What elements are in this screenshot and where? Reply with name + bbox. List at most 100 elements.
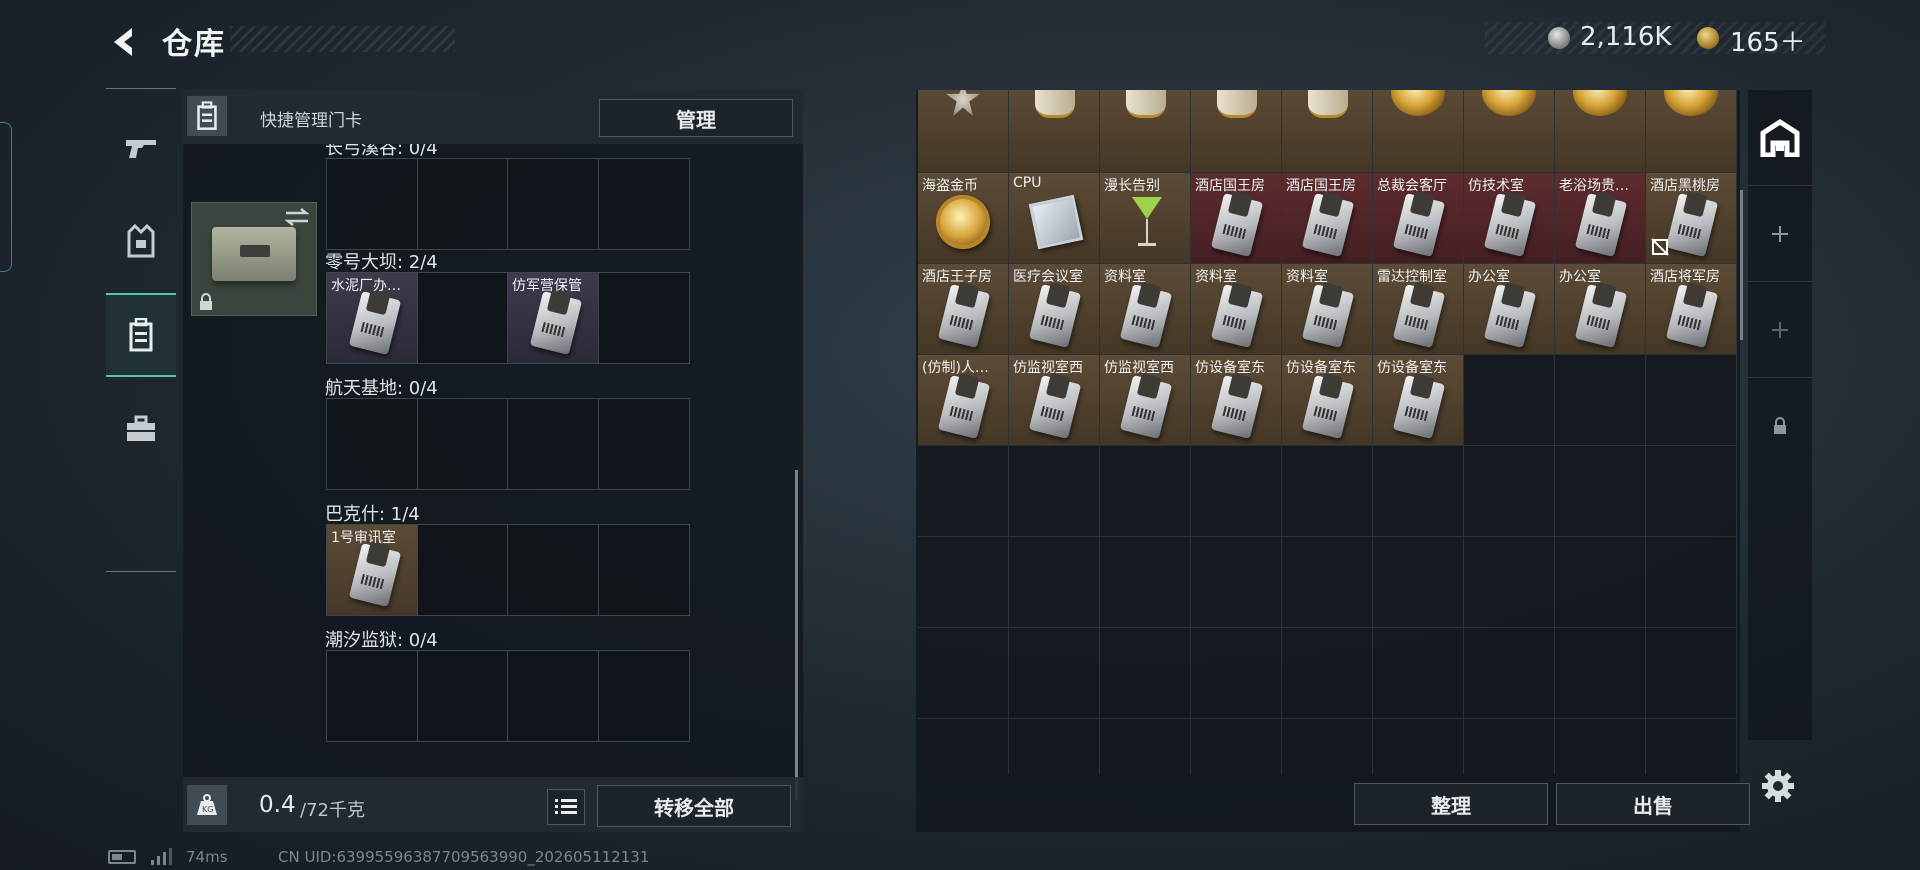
keycard-slot-empty[interactable] <box>598 399 689 489</box>
storage-slot-empty[interactable] <box>1009 446 1100 537</box>
keycard-slot-empty[interactable] <box>508 651 599 741</box>
add-storage-page-button[interactable] <box>1748 282 1812 378</box>
storage-item[interactable]: 仿设备室东 <box>1373 355 1464 446</box>
storage-item[interactable]: 资料室 <box>1282 264 1373 355</box>
keycard-slot-empty[interactable] <box>508 159 599 249</box>
storage-item[interactable] <box>1191 90 1282 173</box>
keycard-slot-empty[interactable] <box>417 525 508 615</box>
add-storage-page-button[interactable] <box>1748 186 1812 282</box>
storage-slot-empty[interactable] <box>1100 719 1191 774</box>
storage-item[interactable] <box>1282 90 1373 173</box>
storage-slot-empty[interactable] <box>1373 446 1464 537</box>
storage-item[interactable] <box>1009 90 1100 173</box>
storage-slot-empty[interactable] <box>1100 446 1191 537</box>
keycard-slot-empty[interactable] <box>598 273 689 363</box>
storage-item[interactable]: 医疗会议室 <box>1009 264 1100 355</box>
storage-item[interactable]: CPU <box>1009 173 1100 264</box>
storage-item[interactable]: 漫长告别 <box>1100 173 1191 264</box>
storage-item[interactable] <box>1464 90 1555 173</box>
sell-button[interactable]: 出售 <box>1556 783 1750 825</box>
storage-item[interactable]: 酒店国王房 <box>1191 173 1282 264</box>
storage-slot-empty[interactable] <box>918 628 1009 719</box>
keycard-case-thumbnail[interactable] <box>191 202 317 316</box>
storage-item[interactable]: 仿设备室东 <box>1282 355 1373 446</box>
storage-item[interactable]: 海盗金币 <box>918 173 1009 264</box>
storage-slot-empty[interactable] <box>1646 628 1737 719</box>
keycard-slot-empty[interactable] <box>417 273 508 363</box>
storage-item[interactable] <box>1646 90 1737 173</box>
storage-slot-empty[interactable] <box>1100 537 1191 628</box>
storage-item[interactable]: 仿设备室东 <box>1191 355 1282 446</box>
keycard-slot-empty[interactable] <box>327 651 418 741</box>
storage-slot-empty[interactable] <box>1191 628 1282 719</box>
keycard-slot-empty[interactable] <box>417 399 508 489</box>
back-arrow-icon[interactable] <box>104 22 144 62</box>
keycard-slot-empty[interactable] <box>598 159 689 249</box>
storage-slot-empty[interactable] <box>1555 537 1646 628</box>
storage-slot-empty[interactable] <box>1373 628 1464 719</box>
storage-item[interactable]: 总裁会客厅 <box>1373 173 1464 264</box>
storage-item[interactable] <box>1100 90 1191 173</box>
storage-item[interactable] <box>918 90 1009 173</box>
storage-slot-empty[interactable] <box>1009 628 1100 719</box>
storage-slot-empty[interactable] <box>1282 446 1373 537</box>
transfer-icon[interactable] <box>284 207 310 227</box>
storage-slot-empty[interactable] <box>1464 628 1555 719</box>
tab-keycards[interactable] <box>106 293 176 377</box>
storage-item[interactable]: 办公室 <box>1464 264 1555 355</box>
keycard-slot-empty[interactable] <box>598 525 689 615</box>
storage-slot-empty[interactable] <box>1191 537 1282 628</box>
storage-item[interactable] <box>1373 90 1464 173</box>
storage-item[interactable]: 老浴场贵… <box>1555 173 1646 264</box>
storage-slot-empty[interactable] <box>1282 719 1373 774</box>
storage-item[interactable]: 酒店王子房 <box>918 264 1009 355</box>
keycard-slot-filled[interactable]: 1号审讯室 <box>327 525 418 615</box>
list-view-button[interactable] <box>547 789 585 825</box>
storage-slot-empty[interactable] <box>1464 719 1555 774</box>
storage-slot-empty[interactable] <box>1191 719 1282 774</box>
storage-item[interactable]: 酒店黑桃房 <box>1646 173 1737 264</box>
keycard-slot-filled[interactable]: 水泥厂办… <box>327 273 418 363</box>
storage-slot-empty[interactable] <box>1464 446 1555 537</box>
tab-tools[interactable] <box>106 387 176 471</box>
storage-item[interactable]: 酒店国王房 <box>1282 173 1373 264</box>
manage-button[interactable]: 管理 <box>599 99 793 137</box>
storage-slot-empty[interactable] <box>1373 537 1464 628</box>
storage-item[interactable]: 雷达控制室 <box>1373 264 1464 355</box>
storage-slot-empty[interactable] <box>1100 628 1191 719</box>
storage-slot-empty[interactable] <box>1009 537 1100 628</box>
storage-slot-empty[interactable] <box>1464 537 1555 628</box>
storage-slot-empty[interactable] <box>1646 355 1737 446</box>
keycard-slot-empty[interactable] <box>417 651 508 741</box>
keycard-slot-filled[interactable]: 仿军营保管 <box>508 273 599 363</box>
storage-slot-empty[interactable] <box>918 446 1009 537</box>
storage-slot-empty[interactable] <box>1009 719 1100 774</box>
storage-item[interactable]: 仿监视室西 <box>1100 355 1191 446</box>
storage-slot-empty[interactable] <box>1646 537 1737 628</box>
sort-button[interactable]: 整理 <box>1354 783 1548 825</box>
keycard-region-list[interactable]: 长弓溪谷: 0/4 零号大坝: 2/4 水泥厂办… 仿军营保管 航天基地: 0/4 巴克什… <box>183 144 803 776</box>
storage-slot-empty[interactable] <box>1282 537 1373 628</box>
storage-item[interactable]: 资料室 <box>1100 264 1191 355</box>
keycard-slot-empty[interactable] <box>417 159 508 249</box>
keycard-slot-empty[interactable] <box>327 399 418 489</box>
storage-page-main[interactable] <box>1748 90 1812 186</box>
storage-item[interactable]: (仿制)人… <box>918 355 1009 446</box>
storage-item[interactable]: 仿技术室 <box>1464 173 1555 264</box>
storage-slot-empty[interactable] <box>1373 719 1464 774</box>
storage-slot-empty[interactable] <box>918 537 1009 628</box>
storage-item[interactable]: 资料室 <box>1191 264 1282 355</box>
storage-slot-empty[interactable] <box>1282 628 1373 719</box>
keycard-slot-empty[interactable] <box>598 651 689 741</box>
storage-slot-empty[interactable] <box>1646 719 1737 774</box>
storage-slot-empty[interactable] <box>1191 446 1282 537</box>
storage-item[interactable] <box>1555 90 1646 173</box>
scrollbar[interactable] <box>1740 190 1743 340</box>
keycard-slot-empty[interactable] <box>327 159 418 249</box>
storage-slot-empty[interactable] <box>1646 446 1737 537</box>
tab-equipment[interactable] <box>106 199 176 283</box>
storage-slot-empty[interactable] <box>1555 355 1646 446</box>
storage-item[interactable]: 仿监视室西 <box>1009 355 1100 446</box>
gold-coin-value[interactable]: 165＋ <box>1730 22 1806 59</box>
storage-item[interactable]: 办公室 <box>1555 264 1646 355</box>
